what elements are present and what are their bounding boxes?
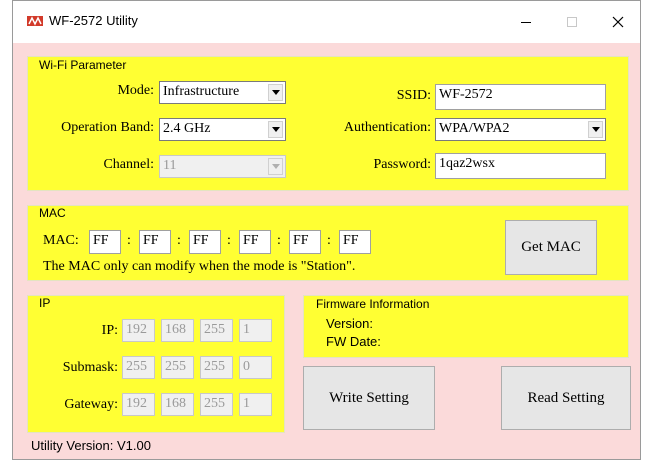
channel-dropdown-button[interactable] <box>268 158 283 175</box>
ip-panel-legend: IP <box>39 296 51 310</box>
app-window: WF-2572 Utility Wi-Fi Parameter Mode: In… <box>12 0 641 460</box>
mac-separator: : <box>177 233 181 248</box>
minimize-button[interactable] <box>503 1 549 43</box>
password-input[interactable]: 1qaz2wsx <box>435 153 606 179</box>
mode-label: Mode: <box>117 83 154 98</box>
maximize-button[interactable] <box>549 1 595 43</box>
channel-label: Channel: <box>103 157 154 172</box>
firmware-version-label: Version: <box>326 316 373 331</box>
write-setting-button[interactable]: Write Setting <box>303 366 435 430</box>
mac-panel: MAC MAC: FF : FF : FF : FF : FF : FF The… <box>27 205 629 281</box>
gateway-octet-1[interactable]: 192 <box>122 393 155 416</box>
mac-panel-legend: MAC <box>39 206 66 220</box>
chevron-down-icon <box>591 127 600 132</box>
ip-octet-2[interactable]: 168 <box>161 319 194 342</box>
mac-note: The MAC only can modify when the mode is… <box>43 259 356 274</box>
operation-band-select[interactable]: 2.4 GHz <box>159 118 286 141</box>
mac-separator: : <box>127 233 131 248</box>
firmware-panel-legend: Firmware Information <box>316 297 430 311</box>
mode-select[interactable]: Infrastructure <box>159 81 286 104</box>
mac-separator: : <box>277 233 281 248</box>
mac-octet-2[interactable]: FF <box>139 230 171 254</box>
authentication-select[interactable]: WPA/WPA2 <box>435 118 606 141</box>
submask-octet-3[interactable]: 255 <box>200 356 233 379</box>
chevron-down-icon <box>271 127 280 132</box>
mac-separator: : <box>327 233 331 248</box>
ssid-label: SSID: <box>396 88 431 103</box>
chevron-down-icon <box>271 164 280 169</box>
operation-band-value: 2.4 GHz <box>163 121 211 136</box>
ip-octet-1[interactable]: 192 <box>122 319 155 342</box>
authentication-value: WPA/WPA2 <box>439 121 510 136</box>
gateway-octet-3[interactable]: 255 <box>200 393 233 416</box>
firmware-date-label: FW Date: <box>326 334 381 349</box>
mac-separator: : <box>227 233 231 248</box>
submask-label: Submask: <box>62 360 118 375</box>
ip-label: IP: <box>101 323 118 338</box>
submask-octet-2[interactable]: 255 <box>161 356 194 379</box>
get-mac-button[interactable]: Get MAC <box>505 220 597 275</box>
mac-octet-6[interactable]: FF <box>339 230 371 254</box>
icpdas-logo-icon <box>27 16 43 26</box>
channel-select[interactable]: 11 <box>159 155 286 178</box>
mac-octet-4[interactable]: FF <box>239 230 271 254</box>
operation-band-label: Operation Band: <box>61 120 154 135</box>
wifi-parameter-panel: Wi-Fi Parameter Mode: Infrastructure Ope… <box>27 56 629 191</box>
gateway-label: Gateway: <box>64 397 118 412</box>
maximize-icon <box>567 17 577 27</box>
authentication-label: Authentication: <box>343 120 431 135</box>
mac-label: MAC: <box>43 233 79 248</box>
password-label: Password: <box>373 157 431 172</box>
authentication-dropdown-button[interactable] <box>588 121 603 138</box>
mac-octet-3[interactable]: FF <box>189 230 221 254</box>
ip-octet-3[interactable]: 255 <box>200 319 233 342</box>
submask-octet-1[interactable]: 255 <box>122 356 155 379</box>
close-button[interactable] <box>595 1 641 43</box>
mac-octet-1[interactable]: FF <box>89 230 121 254</box>
title-bar[interactable]: WF-2572 Utility <box>13 1 640 43</box>
gateway-octet-2[interactable]: 168 <box>161 393 194 416</box>
submask-octet-4[interactable]: 0 <box>239 356 272 379</box>
gateway-octet-4[interactable]: 1 <box>239 393 272 416</box>
ip-octet-4[interactable]: 1 <box>239 319 272 342</box>
ip-panel: IP IP: 192 168 255 1 Submask: 255 255 25… <box>27 295 285 433</box>
mode-select-value: Infrastructure <box>163 84 240 99</box>
channel-value: 11 <box>163 158 177 173</box>
window-title: WF-2572 Utility <box>49 13 138 28</box>
firmware-panel: Firmware Information Version: FW Date: <box>303 295 629 358</box>
mode-dropdown-button[interactable] <box>268 84 283 101</box>
read-setting-button[interactable]: Read Setting <box>501 366 631 430</box>
utility-version-text: Utility Version: V1.00 <box>31 438 151 453</box>
ssid-input[interactable]: WF-2572 <box>435 84 606 110</box>
operation-band-dropdown-button[interactable] <box>268 121 283 138</box>
minimize-icon <box>521 22 531 23</box>
mac-octet-5[interactable]: FF <box>289 230 321 254</box>
close-icon <box>612 16 624 28</box>
wifi-panel-legend: Wi-Fi Parameter <box>39 58 127 72</box>
chevron-down-icon <box>271 90 280 95</box>
